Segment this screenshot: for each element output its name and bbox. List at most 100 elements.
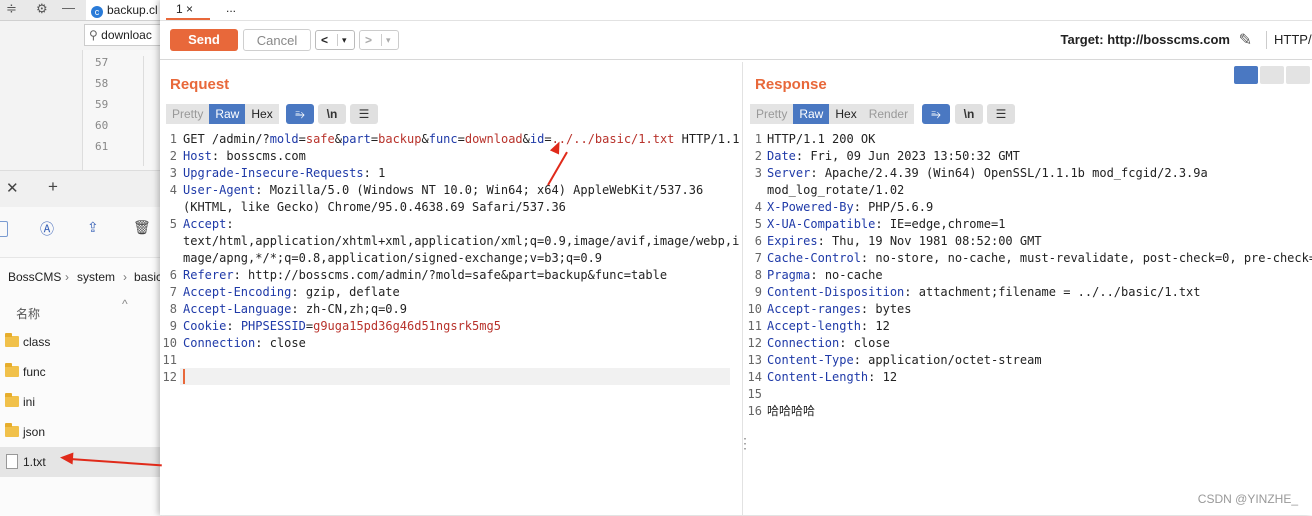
header-value: no-cache	[817, 268, 883, 282]
line-number: 2	[169, 149, 177, 163]
code-line: Accept:	[183, 216, 234, 233]
view-render-button[interactable]: Render	[862, 104, 915, 124]
chevron-down-icon[interactable]: ▾	[386, 31, 391, 49]
request-view-selector: Pretty Raw Hex	[166, 104, 279, 124]
view-hex-button[interactable]: Hex	[829, 104, 863, 124]
site-favicon-icon: c	[91, 6, 103, 18]
share-icon[interactable]: ⇪	[87, 219, 99, 236]
request-editor[interactable]: 1 GET /admin/?mold=safe&part=backup&func=…	[160, 130, 740, 515]
wrap-lines-icon[interactable]: ⥱	[286, 104, 314, 124]
minimize-icon[interactable]: —	[62, 0, 75, 15]
list-item[interactable]: class	[0, 327, 162, 357]
repeater-tab[interactable]: 1 ×	[166, 0, 210, 20]
code-line: Accept-length: 12	[767, 318, 890, 335]
header-name: Date	[767, 149, 796, 163]
code-line: Content-Type: application/octet-stream	[767, 352, 1042, 369]
header-value: bosscms.com	[219, 149, 306, 163]
line-number: 7	[754, 251, 762, 265]
repeater-tab-more[interactable]: ...	[226, 0, 236, 16]
code-line: Connection: close	[767, 335, 890, 352]
header-colon: :	[291, 302, 299, 316]
edit-target-icon[interactable]: ✎	[1239, 30, 1252, 50]
view-pretty-button[interactable]: Pretty	[166, 104, 210, 124]
header-value: close	[262, 336, 306, 350]
header-name: Content-Disposition	[767, 285, 905, 299]
header-colon: :	[853, 353, 861, 367]
line-number: 3	[169, 166, 177, 180]
close-tab-icon[interactable]: ✕	[6, 179, 19, 197]
view-raw-button[interactable]: Raw	[209, 104, 246, 124]
list-item[interactable]: func	[0, 357, 162, 387]
line-number: 6	[754, 234, 762, 248]
header-colon: :	[904, 285, 912, 299]
code-line: User-Agent: Mozilla/5.0 (Windows NT 10.0…	[183, 182, 703, 199]
header-name: Content-Type	[767, 353, 854, 367]
show-newlines-button[interactable]: \n	[955, 104, 983, 124]
history-forward-button[interactable]: > ▾	[359, 30, 399, 50]
header-name: Cookie	[183, 319, 227, 333]
header-colon: :	[226, 319, 234, 333]
folder-icon	[5, 423, 19, 437]
list-item[interactable]: ini	[0, 387, 162, 417]
rename-icon[interactable]: Ⓐ	[40, 219, 54, 239]
list-item[interactable]: json	[0, 417, 162, 447]
query-param-name: func	[428, 132, 458, 146]
chevron-down-icon[interactable]: ▾	[342, 31, 347, 49]
header-name: Accept-Language	[183, 302, 292, 316]
header-colon: :	[363, 166, 371, 180]
code-line: mod_log_rotate/1.02	[767, 183, 905, 197]
header-value: Fri, 09 Jun 2023 13:50:32 GMT	[803, 149, 1020, 163]
line-number: 7	[169, 285, 177, 299]
header-value: IE=edge,chrome=1	[882, 217, 1006, 231]
breadcrumb-item[interactable]: BossCMS	[8, 257, 61, 297]
sort-asc-icon: ^	[122, 297, 128, 311]
code-line: Cookie: PHPSESSID=g9uga15pd36g46d51ngsrk…	[183, 318, 501, 335]
breadcrumb-item[interactable]: system	[77, 257, 115, 297]
new-tab-icon[interactable]: +	[48, 177, 58, 197]
tab-list-icon[interactable]: ≑	[6, 1, 17, 17]
send-button[interactable]: Send	[170, 29, 238, 51]
history-back-button[interactable]: < ▾	[315, 30, 355, 50]
http-version-selector[interactable]: HTTP/	[1274, 32, 1312, 47]
code-line: Upgrade-Insecure-Requests: 1	[183, 165, 385, 182]
line-number: 10	[747, 302, 762, 316]
view-raw-button[interactable]: Raw	[793, 104, 830, 124]
layout-stacked-icon[interactable]	[1260, 66, 1284, 84]
line-number: 9	[169, 319, 177, 333]
item-name: 1.txt	[23, 455, 46, 469]
watermark: CSDN @YINZHE_	[1197, 492, 1298, 506]
code-line: Connection: close	[183, 335, 306, 352]
copy-icon[interactable]	[0, 221, 8, 237]
wrap-lines-icon[interactable]: ⥱	[922, 104, 950, 124]
header-value: PHP/5.6.9	[860, 200, 934, 214]
cancel-button[interactable]: Cancel	[243, 29, 311, 51]
column-header[interactable]: 名称 ^	[0, 297, 162, 327]
view-pretty-button[interactable]: Pretty	[750, 104, 794, 124]
code-line: Accept-Language: zh-CN,zh;q=0.9	[183, 301, 407, 318]
layout-side-by-side-icon[interactable]	[1234, 66, 1258, 84]
settings-icon[interactable]: ⚙	[36, 1, 48, 17]
target-label: Target: http://bosscms.com	[1060, 32, 1230, 47]
breadcrumb-item[interactable]: basic	[134, 257, 162, 297]
response-editor[interactable]: 1 HTTP/1.1 200 OK 2 Date: Fri, 09 Jun 2023 …	[745, 130, 1312, 515]
line-number: 11	[162, 353, 177, 367]
menu-icon[interactable]: ☰	[350, 104, 378, 124]
request-line-version: HTTP/1.1	[674, 132, 740, 146]
line-number: 5	[754, 217, 762, 231]
view-hex-button[interactable]: Hex	[245, 104, 279, 124]
layout-tabs-icon[interactable]	[1286, 66, 1310, 84]
header-colon: :	[291, 285, 299, 299]
header-value: zh-CN,zh;q=0.9	[298, 302, 407, 316]
query-param-name: part	[341, 132, 371, 146]
query-param-name: id	[529, 132, 545, 146]
line-number: 8	[169, 302, 177, 316]
query-equals: =	[457, 132, 465, 146]
browser-tab[interactable]: c backup.cl	[86, 0, 165, 20]
menu-icon[interactable]: ☰	[987, 104, 1015, 124]
query-param-value: safe	[305, 132, 335, 146]
delete-icon[interactable]: 🗑	[133, 219, 151, 236]
show-newlines-button[interactable]: \n	[318, 104, 346, 124]
browser-search-field[interactable]: ⚲ downloac	[84, 24, 167, 46]
header-name: Accept	[183, 217, 227, 231]
fold-guide	[143, 56, 144, 166]
